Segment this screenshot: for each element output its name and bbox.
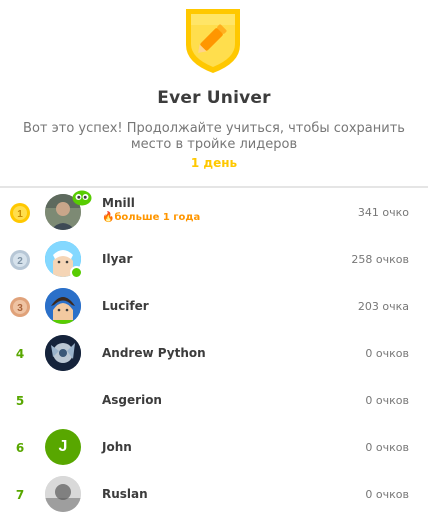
rank-number: 7 — [15, 488, 25, 502]
gold-medal-icon: 1 — [10, 203, 30, 223]
user-photo-icon — [45, 335, 81, 371]
user-name: Andrew Python — [102, 346, 206, 360]
avatar[interactable]: J — [45, 429, 81, 465]
xp-value: 0 очков — [365, 488, 409, 501]
streak-text: больше 1 года — [114, 212, 201, 223]
user-name: Ruslan — [102, 487, 148, 501]
league-subtitle: Вот это успех! Продолжайте учиться, чтоб… — [23, 121, 405, 152]
leaderboard-row[interactable]: 6 J John 0 очков — [0, 423, 428, 470]
owl-badge-icon — [72, 190, 92, 206]
user-name: Mnill — [102, 196, 135, 210]
fire-icon: 🔥 — [102, 212, 115, 223]
leaderboard-row[interactable]: 5 Asgerion 0 очков — [0, 376, 428, 423]
rank-number: 6 — [15, 441, 25, 455]
medal-rank-text: 3 — [17, 303, 23, 314]
online-status-dot — [70, 266, 83, 279]
avatar[interactable] — [45, 335, 81, 371]
cartoon-avatar-icon — [45, 288, 81, 324]
xp-value: 0 очков — [365, 347, 409, 360]
user-name: Ilyar — [102, 252, 133, 266]
leaderboard-row[interactable]: 7 Ruslan 0 очков — [0, 470, 428, 517]
bronze-medal-icon: 3 — [10, 297, 30, 317]
leaderboard-row[interactable]: 3 Lucifer 203 очка — [0, 282, 428, 329]
xp-value: 203 очка — [357, 300, 409, 313]
user-name: Lucifer — [102, 299, 149, 313]
league-title: Ever Univer — [157, 88, 271, 108]
league-shield-icon — [186, 9, 240, 73]
user-photo-icon — [45, 476, 81, 512]
days-left-label: 1 день — [190, 156, 238, 170]
leaderboard-row[interactable]: 2 Ilyar 258 очков — [0, 235, 428, 282]
user-name: Asgerion — [102, 393, 162, 407]
avatar[interactable] — [45, 288, 81, 324]
xp-value: 0 очков — [365, 394, 409, 407]
user-name: John — [102, 440, 132, 454]
leaderboard-row[interactable]: 4 Andrew Python 0 очков — [0, 329, 428, 376]
xp-value: 341 очко — [357, 206, 409, 219]
xp-value: 258 очков — [351, 253, 409, 266]
medal-rank-text: 2 — [17, 256, 23, 267]
rank-number: 4 — [15, 347, 25, 361]
silver-medal-icon: 2 — [10, 250, 30, 270]
rank-number: 5 — [15, 394, 25, 408]
leaderboard-row[interactable]: 1 Mnill 🔥больше 1 года 341 очко — [0, 188, 428, 235]
xp-value: 0 очков — [365, 441, 409, 454]
avatar[interactable] — [45, 476, 81, 512]
streak-label: 🔥больше 1 года — [102, 212, 200, 223]
medal-rank-text: 1 — [17, 209, 23, 220]
